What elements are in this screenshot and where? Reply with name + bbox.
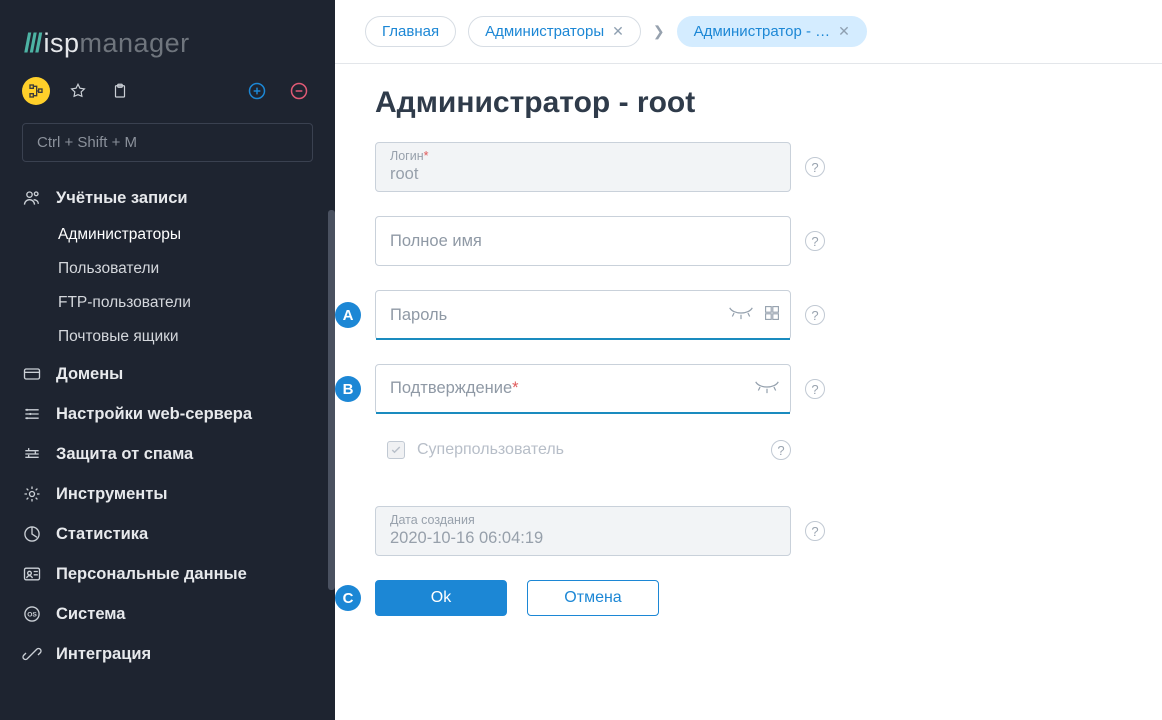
sidebar-section-label: Домены (56, 365, 123, 384)
sidebar-section-label: Статистика (56, 525, 148, 544)
help-icon[interactable]: ? (805, 521, 825, 541)
sidebar-item-ftp-users[interactable]: FTP-пользователи (0, 286, 335, 320)
logo-text-isp: isp (44, 28, 80, 58)
sidebar-section-integration[interactable]: Интеграция (0, 634, 335, 674)
favorite-icon[interactable] (64, 77, 92, 105)
field-label: Логин* (390, 150, 776, 163)
help-icon[interactable]: ? (805, 379, 825, 399)
tree-view-icon[interactable] (22, 77, 50, 105)
field-value: 2020-10-16 06:04:19 (390, 529, 776, 548)
close-icon[interactable]: ✕ (612, 23, 624, 40)
logo-text-manager: manager (80, 28, 190, 58)
search-placeholder: Ctrl + Shift + M (37, 134, 137, 151)
eye-icon[interactable] (754, 380, 780, 399)
breadcrumb: Главная Администраторы ✕ ❯ Администратор… (335, 0, 1162, 64)
sidebar-section-label: Защита от спама (56, 445, 193, 464)
chevron-right-icon: ❯ (653, 23, 665, 40)
sidebar-toolbar (0, 77, 335, 119)
form-content: Администратор - root Логин* root ? (335, 64, 1162, 638)
sidebar-section-webserver[interactable]: Настройки web-сервера (0, 394, 335, 434)
checkbox-label: Суперпользователь (417, 441, 759, 459)
sidebar-section-label: Инструменты (56, 485, 167, 504)
sidebar-section-label: Настройки web-сервера (56, 405, 252, 424)
page-title: Администратор - root (375, 86, 1122, 120)
fullname-input[interactable] (390, 232, 776, 251)
superuser-checkbox (387, 441, 405, 459)
sidebar-section-domains[interactable]: Домены (0, 354, 335, 394)
confirm-password-field[interactable]: Подтверждение* (375, 364, 791, 414)
sidebar-section-antispam[interactable]: Защита от спама (0, 434, 335, 474)
app-logo: ///ispmanager (0, 0, 335, 77)
breadcrumb-admins[interactable]: Администраторы ✕ (468, 16, 641, 47)
annotation-badge-a: A (335, 302, 361, 328)
annotation-badge-b: B (335, 376, 361, 402)
help-icon[interactable]: ? (771, 440, 791, 460)
sidebar-section-stats[interactable]: Статистика (0, 514, 335, 554)
breadcrumb-label: Администратор - … (694, 23, 831, 40)
login-field: Логин* root (375, 142, 791, 192)
breadcrumb-home[interactable]: Главная (365, 16, 456, 47)
breadcrumb-label: Главная (382, 23, 439, 40)
sidebar-scrollbar[interactable] (328, 210, 335, 590)
form-actions: C Ok Отмена (375, 580, 1122, 616)
annotation-badge-c: C (335, 585, 361, 611)
superuser-checkbox-row: Суперпользователь ? (375, 438, 791, 482)
sidebar-item-mailboxes[interactable]: Почтовые ящики (0, 320, 335, 354)
fullname-field[interactable] (375, 216, 791, 266)
menu-search-input[interactable]: Ctrl + Shift + M (22, 123, 313, 162)
password-field[interactable] (375, 290, 791, 340)
sidebar: ///ispmanager Ctrl + Shift + M (0, 0, 335, 720)
eye-icon[interactable] (728, 306, 754, 325)
sidebar-nav: Учётные записи Администраторы Пользовате… (0, 176, 335, 674)
sidebar-section-system[interactable]: OS Система (0, 594, 335, 634)
sidebar-section-label: Система (56, 605, 125, 624)
sidebar-section-label: Интеграция (56, 645, 151, 664)
cancel-button[interactable]: Отмена (527, 580, 659, 616)
sidebar-item-users[interactable]: Пользователи (0, 252, 335, 286)
field-value: root (390, 165, 776, 184)
field-label: Дата создания (390, 514, 776, 527)
help-icon[interactable]: ? (805, 231, 825, 251)
close-icon[interactable]: ✕ (838, 23, 850, 40)
sidebar-item-admins[interactable]: Администраторы (0, 218, 335, 252)
main-area: Главная Администраторы ✕ ❯ Администратор… (335, 0, 1162, 720)
sidebar-section-personal[interactable]: Персональные данные (0, 554, 335, 594)
created-date-field: Дата создания 2020-10-16 06:04:19 (375, 506, 791, 556)
minus-icon[interactable] (285, 77, 313, 105)
sidebar-section-accounts[interactable]: Учётные записи (0, 178, 335, 218)
clipboard-icon[interactable] (106, 77, 134, 105)
generate-password-icon[interactable] (764, 305, 780, 326)
sidebar-section-tools[interactable]: Инструменты (0, 474, 335, 514)
sidebar-section-label: Учётные записи (56, 189, 188, 208)
sidebar-section-label: Персональные данные (56, 565, 247, 584)
help-icon[interactable]: ? (805, 305, 825, 325)
plus-icon[interactable] (243, 77, 271, 105)
logo-slashes-icon: /// (24, 28, 41, 58)
password-input[interactable] (390, 306, 776, 325)
breadcrumb-label: Администраторы (485, 23, 604, 40)
svg-text:OS: OS (27, 612, 37, 619)
breadcrumb-current[interactable]: Администратор - … ✕ (677, 16, 867, 47)
help-icon[interactable]: ? (805, 157, 825, 177)
confirm-password-input[interactable] (390, 380, 776, 399)
ok-button[interactable]: Ok (375, 580, 507, 616)
